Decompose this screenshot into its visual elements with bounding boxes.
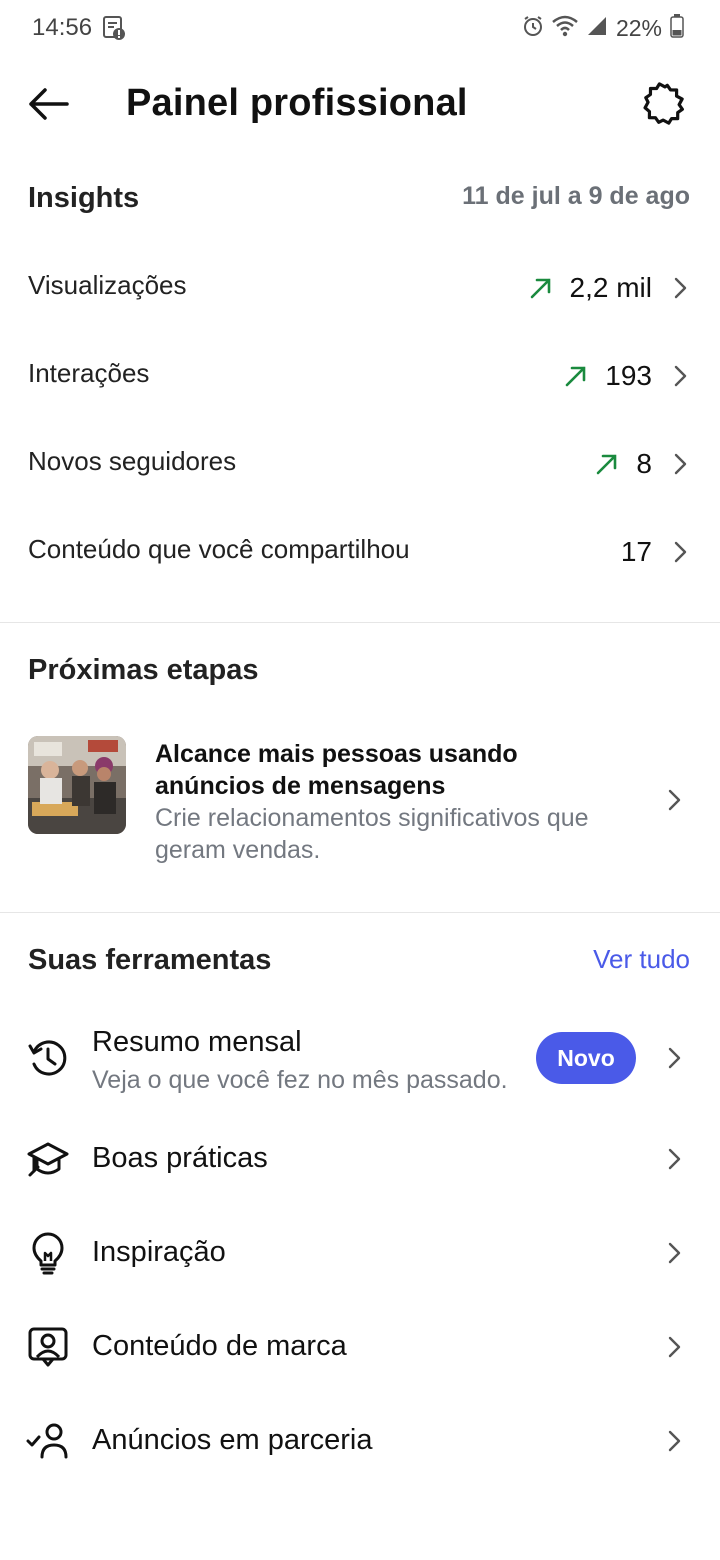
metric-label: Visualizações bbox=[28, 270, 187, 300]
chevron-right-icon bbox=[668, 1242, 681, 1264]
tool-label: Resumo mensal bbox=[92, 1026, 302, 1058]
chevron-right-icon bbox=[668, 1148, 681, 1170]
next-step-card[interactable]: Alcance mais pessoas usando anúncios de … bbox=[0, 720, 720, 880]
metric-row-new-followers[interactable]: Novos seguidores 8 bbox=[0, 420, 720, 508]
chevron-right-icon bbox=[674, 541, 687, 563]
chevron-right-icon bbox=[674, 453, 687, 475]
section-divider bbox=[0, 912, 720, 913]
metric-row-views[interactable]: Visualizações 2,2 mil bbox=[0, 244, 720, 332]
metric-label: Conteúdo que você compartilhou bbox=[28, 534, 410, 564]
next-step-title: Alcance mais pessoas usando anúncios de … bbox=[155, 740, 518, 800]
new-badge: Novo bbox=[536, 1032, 636, 1084]
partnership-ads-icon bbox=[26, 1423, 68, 1459]
app-bar: Painel profissional bbox=[0, 64, 720, 144]
chevron-right-icon bbox=[674, 277, 687, 299]
back-button[interactable] bbox=[24, 80, 72, 128]
signal-icon bbox=[586, 15, 608, 42]
metric-label: Interações bbox=[28, 358, 150, 388]
alarm-icon bbox=[522, 15, 544, 42]
status-icons: 22% bbox=[522, 13, 684, 43]
date-range[interactable]: 11 de jul a 9 de ago bbox=[462, 182, 690, 211]
tools-title: Suas ferramentas bbox=[28, 944, 272, 976]
chevron-right-icon bbox=[668, 789, 681, 811]
arrow-left-icon bbox=[29, 88, 69, 120]
lightbulb-icon bbox=[32, 1232, 64, 1275]
branded-content-icon bbox=[28, 1327, 68, 1367]
tool-label: Anúncios em parceria bbox=[92, 1424, 373, 1456]
metric-value: 17 bbox=[620, 536, 652, 567]
settings-button[interactable] bbox=[638, 78, 690, 130]
metric-value: 193 bbox=[605, 360, 652, 391]
chevron-right-icon bbox=[668, 1336, 681, 1358]
tool-subtitle: Veja o que você fez no mês passado. bbox=[92, 1066, 508, 1094]
metric-row-interactions[interactable]: Interações 193 bbox=[0, 332, 720, 420]
wifi-icon bbox=[552, 15, 578, 42]
see-all-link[interactable]: Ver tudo bbox=[593, 944, 690, 975]
next-steps-title: Próximas etapas bbox=[28, 654, 259, 686]
tool-item-inspiration[interactable]: Inspiração bbox=[0, 1206, 720, 1300]
history-icon bbox=[28, 1040, 67, 1076]
next-step-thumbnail bbox=[28, 736, 126, 834]
tool-item-monthly-summary[interactable]: Resumo mensal Veja o que você fez no mês… bbox=[0, 1010, 720, 1110]
next-step-description: Crie relacionamentos significativos que … bbox=[155, 804, 589, 864]
tool-label: Boas práticas bbox=[92, 1142, 268, 1174]
trend-up-icon bbox=[530, 278, 550, 299]
chevron-right-icon bbox=[668, 1430, 681, 1452]
battery-level: 22% bbox=[615, 14, 662, 41]
metric-row-content-shared[interactable]: Conteúdo que você compartilhou 17 bbox=[0, 508, 720, 596]
tool-item-branded-content[interactable]: Conteúdo de marca bbox=[0, 1300, 720, 1394]
status-bar: 14:56 22% bbox=[0, 0, 720, 56]
trend-up-icon bbox=[565, 366, 586, 387]
insights-title: Insights bbox=[28, 182, 140, 214]
tool-label: Conteúdo de marca bbox=[92, 1330, 347, 1362]
metric-value: 2,2 mil bbox=[569, 272, 652, 303]
metric-label: Novos seguidores bbox=[28, 446, 237, 476]
tool-label: Inspiração bbox=[92, 1236, 226, 1268]
notification-icon bbox=[102, 15, 126, 41]
status-time: 14:56 bbox=[32, 14, 93, 41]
graduation-cap-icon bbox=[27, 1142, 69, 1177]
chevron-right-icon bbox=[674, 365, 687, 387]
tool-item-partnership-ads[interactable]: Anúncios em parceria bbox=[0, 1394, 720, 1488]
section-divider bbox=[0, 622, 720, 623]
chevron-right-icon bbox=[668, 1047, 681, 1069]
trend-up-icon bbox=[597, 454, 617, 475]
metric-value: 8 bbox=[636, 448, 652, 479]
gear-icon bbox=[643, 82, 684, 125]
tool-item-best-practices[interactable]: Boas práticas bbox=[0, 1112, 720, 1206]
page-title: Painel profissional bbox=[126, 82, 468, 124]
battery-icon bbox=[670, 13, 684, 43]
